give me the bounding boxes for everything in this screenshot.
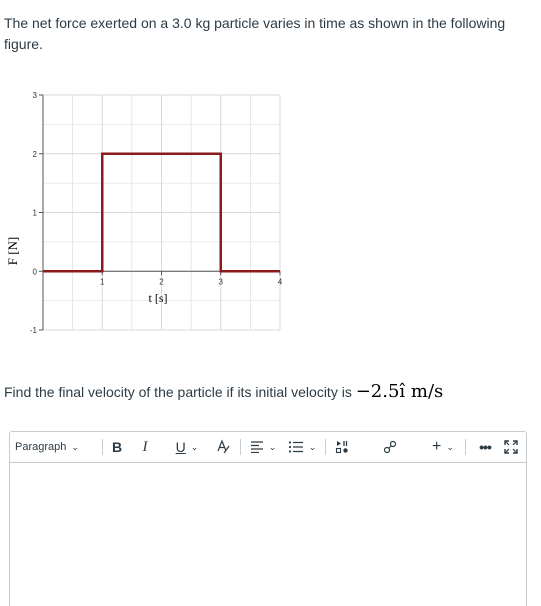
- y-axis-label: F [N]: [5, 237, 20, 266]
- editor-content-area[interactable]: [10, 463, 526, 606]
- insert-dropdown[interactable]: + ⌄: [426, 432, 460, 462]
- find-prompt: Find the final velocity of the particle …: [4, 378, 443, 406]
- fullscreen-button[interactable]: [502, 432, 520, 462]
- initial-velocity-math: −2.5î m/s: [355, 381, 444, 402]
- y-tick-label: 1: [33, 209, 38, 218]
- align-left-icon: [250, 441, 263, 453]
- editor-toolbar: Paragraph ⌄ B I U ⌄ ⌄ ⌄ + ⌄ •••: [10, 432, 526, 463]
- text-color-icon: [217, 439, 230, 454]
- chevron-down-icon: ⌄: [446, 441, 454, 452]
- fullscreen-icon: [504, 440, 518, 454]
- x-axis-label: t [s]: [149, 291, 168, 305]
- y-tick-label: 0: [33, 267, 38, 276]
- y-tick-label: 3: [33, 91, 38, 100]
- find-prompt-text: Find the final velocity of the particle …: [4, 384, 356, 400]
- y-tick-label: -1: [30, 326, 38, 335]
- list-dropdown[interactable]: ⌄: [285, 432, 319, 462]
- more-icon: •••: [479, 439, 492, 455]
- chevron-down-icon: ⌄: [308, 441, 317, 452]
- paragraph-format-dropdown[interactable]: Paragraph ⌄: [15, 432, 99, 462]
- italic-button[interactable]: I: [137, 432, 153, 462]
- embed-media-button[interactable]: [330, 432, 356, 462]
- question-text: The net force exerted on a 3.0 kg partic…: [4, 15, 506, 52]
- text-color-button[interactable]: [213, 432, 233, 462]
- more-options-button[interactable]: •••: [477, 432, 493, 462]
- underline-label: U: [175, 439, 186, 455]
- toolbar-divider: [102, 439, 103, 455]
- toolbar-divider: [240, 439, 241, 455]
- chevron-down-icon: ⌄: [190, 441, 199, 452]
- plus-icon: +: [432, 438, 442, 455]
- toolbar-divider: [325, 439, 326, 455]
- bullet-list-icon: [288, 441, 303, 453]
- force-time-chart: -1 0 1 2 3 1 2 3 4 F [N] t [s]: [5, 91, 283, 335]
- x-tick-label: 4: [278, 277, 283, 286]
- x-tick-label: 2: [159, 277, 164, 286]
- chevron-down-icon: ⌄: [268, 441, 277, 452]
- media-icon: [335, 441, 348, 454]
- insert-link-button[interactable]: [380, 432, 400, 462]
- y-tick-label: 2: [33, 150, 38, 159]
- paragraph-format-label: Paragraph: [15, 441, 67, 453]
- rich-text-editor: Paragraph ⌄ B I U ⌄ ⌄ ⌄ + ⌄ •••: [9, 431, 527, 606]
- underline-button[interactable]: U ⌄: [169, 432, 205, 462]
- link-icon: [383, 440, 397, 454]
- align-dropdown[interactable]: ⌄: [247, 432, 279, 462]
- x-tick-label: 3: [219, 277, 224, 286]
- x-tick-label: 1: [100, 277, 105, 286]
- chevron-down-icon: ⌄: [71, 441, 79, 452]
- toolbar-divider: [465, 439, 466, 455]
- bold-button[interactable]: B: [108, 432, 126, 462]
